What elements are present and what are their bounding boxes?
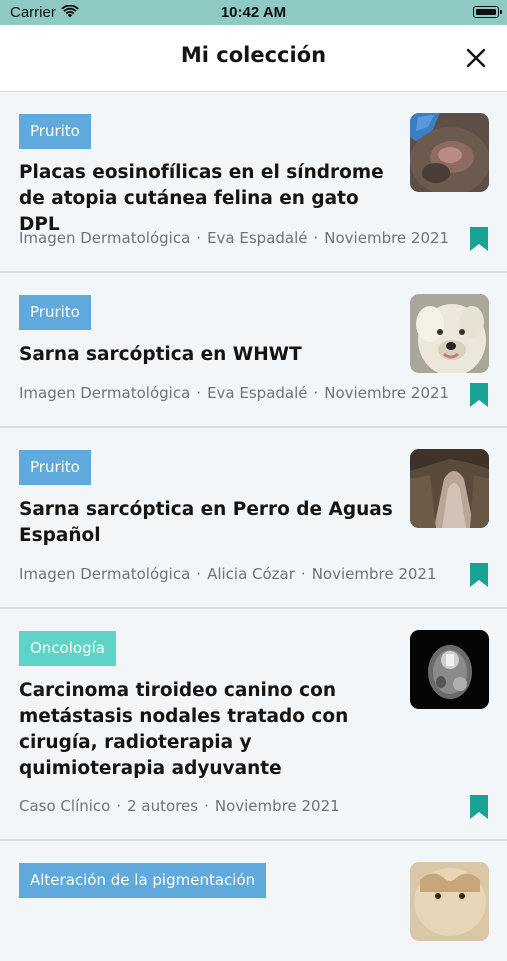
item-type: Caso Clínico [19,797,111,815]
bookmark-button[interactable] [470,383,488,407]
item-meta: Imagen Dermatológica · Eva Espadalé · Noviem… [19,384,450,402]
nav-bar: Mi colección [0,25,507,92]
category-tag: Prurito [19,450,91,485]
page-title: Mi colección [180,43,327,67]
list-item[interactable]: Prurito Placas eosinofílicas en el síndr… [0,92,507,273]
item-type: Imagen Dermatológica [19,384,191,402]
bookmark-button[interactable] [470,563,488,587]
item-date: Noviembre 2021 [324,384,450,402]
item-author: 2 autores [127,797,199,815]
dog-ear-thumbnail[interactable] [410,449,489,528]
close-button[interactable] [463,45,489,71]
dog-face-thumbnail[interactable] [410,862,489,941]
bookmark-icon [470,227,488,251]
item-author: Alicia Cózar [207,565,295,583]
category-tag: Oncología [19,631,116,666]
item-date: Noviembre 2021 [324,229,450,247]
item-meta: Caso Clínico · 2 autores · Noviembre 2021 [19,797,340,815]
item-meta: Imagen Dermatológica · Alicia Cózar · Noviem… [19,565,437,583]
item-type: Imagen Dermatológica [19,565,191,583]
cat-skin-lesion-thumbnail[interactable] [410,113,489,192]
item-title[interactable]: Sarna sarcóptica en WHWT [19,342,399,368]
item-title[interactable]: Sarna sarcóptica en Perro de Aguas Españ… [19,497,399,549]
bookmark-button[interactable] [470,795,488,819]
category-tag: Alteración de la pigmentación [19,863,267,898]
battery-icon [473,6,502,18]
item-date: Noviembre 2021 [214,797,340,815]
bookmark-icon [470,383,488,407]
list-item[interactable]: Prurito Sarna sarcóptica en Perro de Agu… [0,428,507,609]
bookmark-button[interactable] [470,227,488,251]
item-title[interactable]: Carcinoma tiroideo canino con metástasis… [19,678,399,782]
close-icon [466,48,486,68]
item-author: Eva Espadalé [207,229,308,247]
clock: 10:42 AM [220,4,287,21]
list-item[interactable]: Alteración de la pigmentación [0,841,507,961]
bookmark-icon [470,563,488,587]
item-meta: Imagen Dermatológica · Eva Espadalé · Noviem… [19,229,450,247]
category-tag: Prurito [19,295,91,330]
item-author: Eva Espadalé [207,384,308,402]
white-terrier-thumbnail[interactable] [410,294,489,373]
status-bar: Carrier 10:42 AM [0,0,507,25]
ct-scan-thumbnail[interactable] [410,630,489,709]
bookmark-icon [470,795,488,819]
item-title[interactable]: Placas eosinofílicas en el síndrome de a… [19,160,399,238]
list-item[interactable]: Oncología Carcinoma tiroideo canino con … [0,609,507,841]
category-tag: Prurito [19,114,91,149]
item-type: Imagen Dermatológica [19,229,191,247]
collection-list: Prurito Placas eosinofílicas en el síndr… [0,92,507,961]
list-item[interactable]: Prurito Sarna sarcóptica en WHWT Imagen … [0,273,507,428]
item-date: Noviembre 2021 [311,565,437,583]
